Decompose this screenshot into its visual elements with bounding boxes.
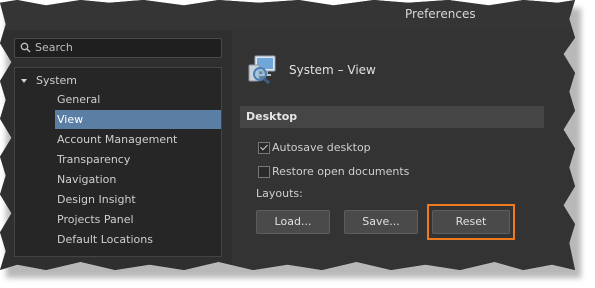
tree-item-navigation[interactable]: Navigation	[55, 170, 221, 189]
tree-root-label: System	[36, 74, 78, 87]
search-icon	[20, 42, 31, 53]
tree-item-transparency[interactable]: Transparency	[55, 150, 221, 169]
preferences-tree: System General View Account Management T…	[14, 67, 222, 257]
search-input[interactable]: Search	[14, 38, 222, 58]
tree-item-general[interactable]: General	[55, 90, 221, 109]
layouts-label: Layouts:	[256, 187, 303, 200]
tree-item-default-locations[interactable]: Default Locations	[55, 230, 221, 249]
checkbox-checked-icon[interactable]	[258, 142, 270, 154]
restore-open-documents-label: Restore open documents	[272, 165, 410, 178]
save-button[interactable]: Save...	[344, 210, 418, 234]
desktop-section-header: Desktop	[240, 106, 544, 128]
collapse-arrow-icon[interactable]	[21, 79, 27, 83]
tree-item-projects-panel[interactable]: Projects Panel	[55, 210, 221, 229]
page-title: System – View	[289, 63, 376, 77]
tree-item-design-insight[interactable]: Design Insight	[55, 190, 221, 209]
checkbox-unchecked-icon[interactable]	[258, 166, 270, 178]
monitor-magnifier-icon	[248, 55, 276, 85]
title-bar: Preferences	[0, 0, 575, 30]
load-button[interactable]: Load...	[256, 210, 330, 234]
search-placeholder: Search	[35, 41, 73, 54]
autosave-desktop-label: Autosave desktop	[272, 141, 371, 154]
tree-item-view[interactable]: View	[55, 110, 221, 129]
reset-highlight-box	[427, 204, 515, 240]
preferences-window: Preferences Search System General View A…	[0, 0, 575, 270]
window-title: Preferences	[405, 7, 476, 21]
tree-item-account-management[interactable]: Account Management	[55, 130, 221, 149]
tree-root-system[interactable]: System	[21, 74, 77, 87]
